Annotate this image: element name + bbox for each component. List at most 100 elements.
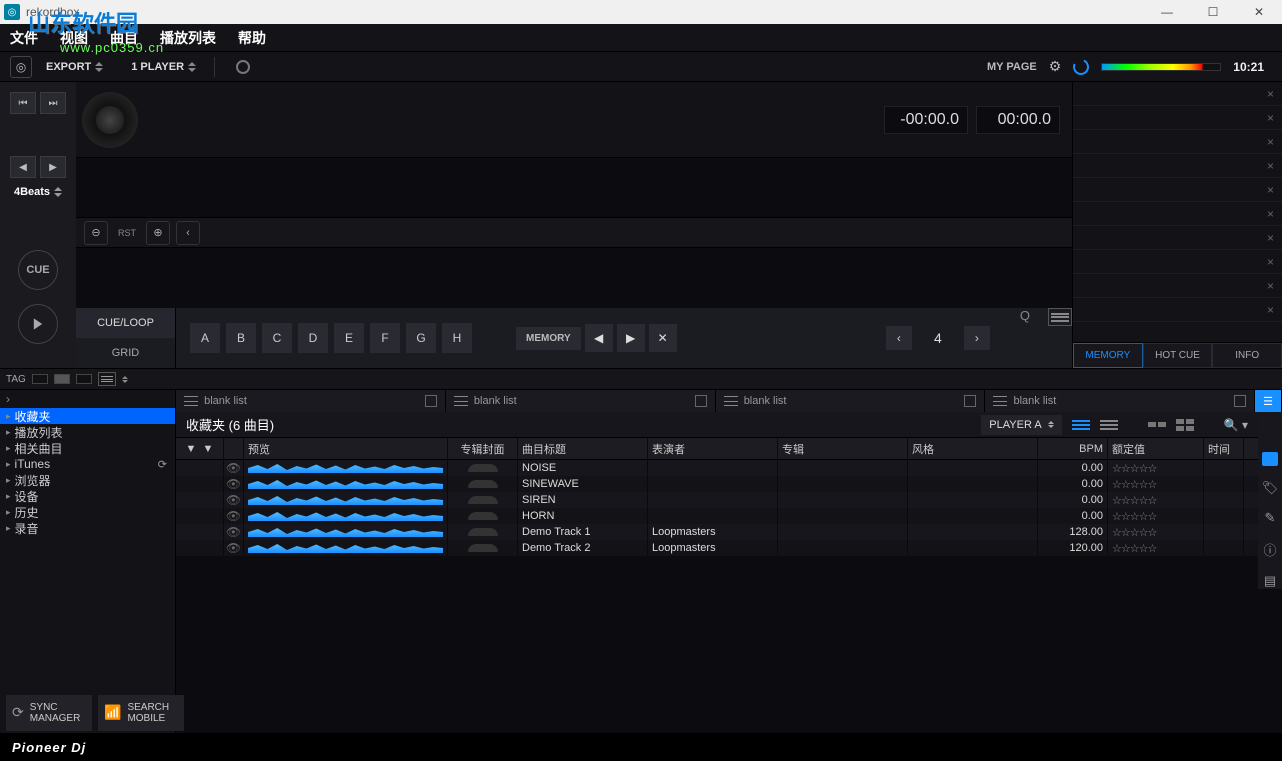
menu-track[interactable]: 曲目 (110, 28, 138, 48)
next-track-button[interactable]: ⏭ (40, 92, 66, 114)
search-button[interactable]: 🔍 ▾ (1224, 418, 1248, 432)
tree-item-playlists[interactable]: ▸播放列表 (0, 424, 175, 440)
prev-track-button[interactable]: ⏮ (10, 92, 36, 114)
rekordbox-icon[interactable]: ◎ (10, 56, 32, 78)
zoom-out-icon[interactable]: ⊖ (84, 221, 108, 245)
table-row[interactable]: 👁︎SINEWAVE0.00☆☆☆☆☆ (176, 476, 1258, 492)
cue-slot[interactable]: × (1073, 274, 1282, 298)
quantize-icon[interactable] (1071, 56, 1092, 77)
tree-item-devices[interactable]: ▸设备 (0, 488, 175, 504)
blank-list-panel[interactable]: blank list (716, 390, 986, 412)
tab-cueloop[interactable]: CUE/LOOP (76, 308, 176, 338)
tag-stepper[interactable] (122, 376, 128, 383)
related-panel-icon[interactable] (1262, 452, 1278, 466)
table-row[interactable]: 👁︎SIREN0.00☆☆☆☆☆ (176, 492, 1258, 508)
cue-button[interactable]: CUE (18, 250, 58, 290)
zoom-in-icon[interactable]: ⊕ (146, 221, 170, 245)
cue-slot[interactable]: × (1073, 154, 1282, 178)
hotcue-c[interactable]: C (262, 323, 292, 353)
close-icon[interactable]: × (1267, 135, 1274, 149)
close-icon[interactable]: × (1267, 255, 1274, 269)
cue-slot[interactable]: × (1073, 298, 1282, 322)
forward-button[interactable]: ▶ (40, 156, 66, 178)
tree-item-history[interactable]: ▸历史 (0, 504, 175, 520)
mode-export-selector[interactable]: EXPORT (46, 61, 103, 73)
rewind-button[interactable]: ◀ (10, 156, 36, 178)
beatjump-value[interactable]: 4 (918, 330, 958, 346)
menu-icon[interactable] (1048, 308, 1072, 326)
cue-slot[interactable]: × (1073, 178, 1282, 202)
play-button[interactable] (18, 304, 58, 344)
col-preview[interactable]: 预览 (244, 438, 448, 459)
table-row[interactable]: 👁︎Demo Track 2Loopmasters120.00☆☆☆☆☆ (176, 540, 1258, 556)
cue-slot[interactable]: × (1073, 226, 1282, 250)
memory-delete-button[interactable]: ✕ (649, 324, 677, 352)
blank-list-panel[interactable]: blank list (446, 390, 716, 412)
hotcue-e[interactable]: E (334, 323, 364, 353)
close-icon[interactable]: × (1267, 303, 1274, 317)
menu-playlist[interactable]: 播放列表 (160, 28, 216, 48)
tree-item-browser[interactable]: ▸浏览器 (0, 472, 175, 488)
sub-panel-icon[interactable]: ▤ (1264, 573, 1276, 589)
tree-item-related[interactable]: ▸相关曲目 (0, 440, 175, 456)
cell-rating[interactable]: ☆☆☆☆☆ (1108, 476, 1204, 492)
hotcue-f[interactable]: F (370, 323, 400, 353)
col-album[interactable]: 专辑 (778, 438, 908, 459)
info-icon[interactable]: ⓘ (1263, 540, 1276, 559)
sync-icon[interactable]: ⟳ (158, 458, 167, 471)
col-rating[interactable]: 额定值 (1108, 438, 1204, 459)
mypage-link[interactable]: MY PAGE (987, 61, 1037, 73)
table-row[interactable]: 👁︎NOISE0.00☆☆☆☆☆ (176, 460, 1258, 476)
tag-swatch[interactable] (54, 374, 70, 384)
window-maximize-button[interactable]: ☐ (1190, 0, 1236, 24)
art-view-icon[interactable] (1176, 419, 1194, 431)
col-filter[interactable]: ▼ ▼ (176, 438, 224, 459)
cue-slot[interactable]: × (1073, 130, 1282, 154)
blank-list-panel[interactable]: blank list (985, 390, 1255, 412)
hotcue-a[interactable]: A (190, 323, 220, 353)
memory-next-button[interactable]: ▶ (617, 324, 645, 352)
col-genre[interactable]: 风格 (908, 438, 1038, 459)
back-icon[interactable]: ‹ (176, 221, 200, 245)
player-assign-selector[interactable]: PLAYER A (981, 415, 1061, 435)
col-cover[interactable]: 专辑封面 (448, 438, 518, 459)
cell-rating[interactable]: ☆☆☆☆☆ (1108, 524, 1204, 540)
window-minimize-button[interactable]: — (1144, 0, 1190, 24)
edit-icon[interactable]: ✎ (1265, 510, 1276, 526)
close-icon[interactable]: × (1267, 207, 1274, 221)
list-view-icon[interactable] (1072, 418, 1090, 432)
cue-slot[interactable]: × (1073, 250, 1282, 274)
cell-rating[interactable]: ☆☆☆☆☆ (1108, 508, 1204, 524)
col-status[interactable] (224, 438, 244, 459)
tag-swatch[interactable] (76, 374, 92, 384)
tab-info[interactable]: INFO (1212, 343, 1282, 368)
hotcue-g[interactable]: G (406, 323, 436, 353)
cue-slot[interactable]: × (1073, 106, 1282, 130)
tree-item-recording[interactable]: ▸录音 (0, 520, 175, 536)
tree-item-collection[interactable]: ▸收藏夹 (0, 408, 175, 424)
search-mobile-button[interactable]: 📶 SEARCH MOBILE (98, 695, 184, 731)
hotcue-b[interactable]: B (226, 323, 256, 353)
beat-selector[interactable]: 4Beats (14, 186, 62, 198)
col-bpm[interactable]: BPM (1038, 438, 1108, 459)
hotcue-d[interactable]: D (298, 323, 328, 353)
menu-help[interactable]: 帮助 (238, 28, 266, 48)
panel-toggle-button[interactable]: ☰ (1255, 390, 1282, 412)
window-close-button[interactable]: ✕ (1236, 0, 1282, 24)
tab-grid[interactable]: GRID (76, 338, 176, 368)
zoom-reset-button[interactable]: RST (114, 228, 140, 238)
tag-panel-icon[interactable]: 🏷 (1262, 480, 1279, 496)
close-icon[interactable]: × (1267, 87, 1274, 101)
cue-slot[interactable]: × (1073, 82, 1282, 106)
col-time[interactable]: 时间 (1204, 438, 1244, 459)
menu-view[interactable]: 视图 (60, 28, 88, 48)
table-row[interactable]: 👁︎Demo Track 1Loopmasters128.00☆☆☆☆☆ (176, 524, 1258, 540)
player-count-selector[interactable]: 1 PLAYER (131, 61, 196, 73)
quantize-label[interactable]: Q (1020, 308, 1030, 368)
cue-slot[interactable]: × (1073, 202, 1282, 226)
compact-view-icon[interactable] (1100, 418, 1118, 432)
tab-memory[interactable]: MEMORY (1073, 343, 1143, 368)
col-title[interactable]: 曲目标题 (518, 438, 648, 459)
col-artist[interactable]: 表演者 (648, 438, 778, 459)
tree-item-itunes[interactable]: ▸iTunes⟳ (0, 456, 175, 472)
